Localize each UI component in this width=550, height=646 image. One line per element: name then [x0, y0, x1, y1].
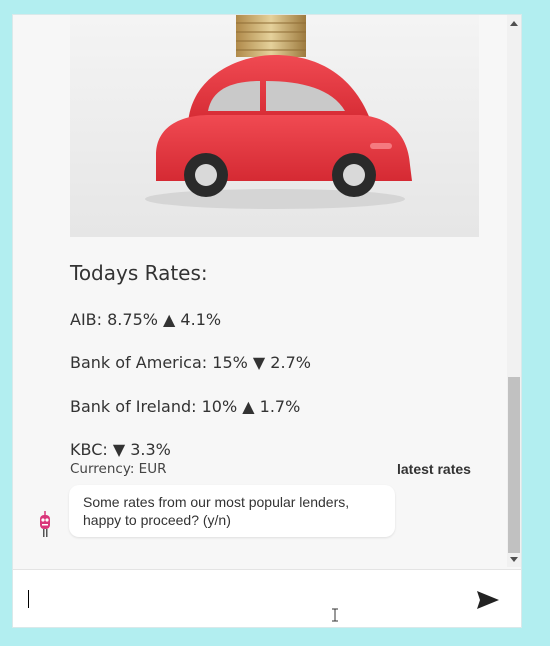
car-coins-image	[70, 15, 479, 237]
car-illustration	[70, 15, 479, 237]
chat-message-area[interactable]: Todays Rates: AIB: 8.75% ▲ 4.1% Bank of …	[13, 15, 507, 567]
arrow-down-icon[interactable]	[510, 557, 518, 562]
bot-message-bubble: Some rates from our most popular lenders…	[69, 485, 395, 537]
message-input-bar	[13, 569, 521, 627]
text-caret	[28, 590, 29, 608]
rate-line-bank-of-ireland: Bank of Ireland: 10% ▲ 1.7%	[70, 397, 301, 416]
scroll-thumb[interactable]	[508, 377, 520, 553]
latest-rates-link[interactable]: latest rates	[397, 461, 471, 477]
currency-label: Currency: EUR	[70, 461, 167, 477]
rate-line-bank-of-america: Bank of America: 15% ▼ 2.7%	[70, 353, 311, 372]
text-cursor-icon	[332, 608, 338, 622]
arrow-up-icon[interactable]	[510, 21, 518, 26]
message-input[interactable]	[27, 584, 471, 614]
rates-title: Todays Rates:	[70, 261, 208, 285]
chat-scrollbar[interactable]	[507, 15, 521, 567]
send-icon	[477, 591, 499, 609]
rate-line-aib: AIB: 8.75% ▲ 4.1%	[70, 310, 222, 329]
bot-avatar-icon	[37, 509, 53, 539]
send-button[interactable]	[471, 586, 503, 614]
rate-line-kbc: KBC: ▼ 3.3%	[70, 440, 171, 459]
chat-window: Todays Rates: AIB: 8.75% ▲ 4.1% Bank of …	[12, 14, 522, 628]
